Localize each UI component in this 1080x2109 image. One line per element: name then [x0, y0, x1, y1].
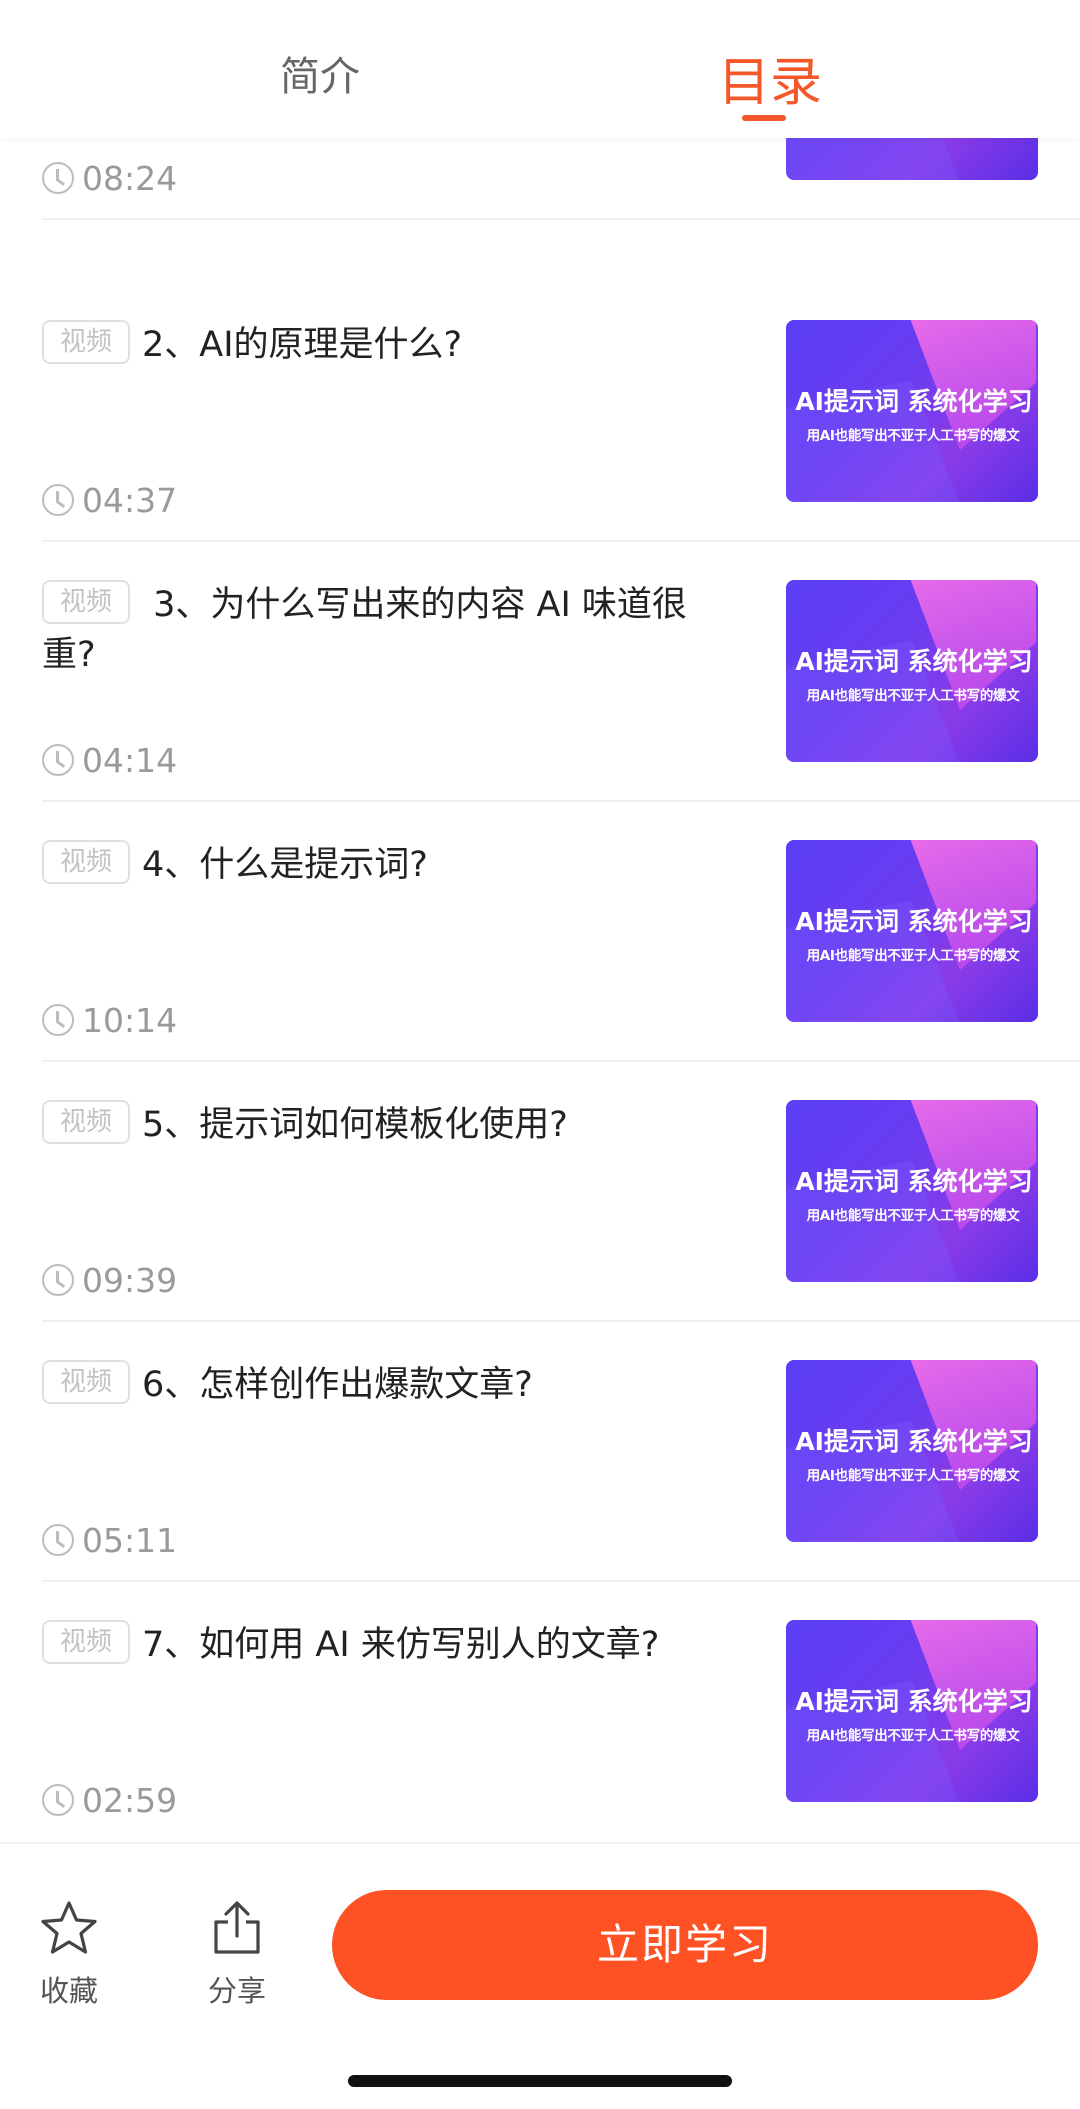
lesson-duration: 10:14 — [42, 1000, 177, 1040]
thumbnail-title: AI提示词 系统化学习 — [795, 1687, 1033, 1716]
thumbnail-title: AI提示词 系统化学习 — [795, 1427, 1033, 1456]
lesson-item-6[interactable]: 视频 6、怎样创作出爆款文章? 05:11 AI提示词 系统化学习 用AI也能写出… — [42, 1322, 1080, 1582]
lesson-thumbnail[interactable]: AI提示词 系统化学习 用AI也能写出不亚于人工书写的爆文 — [786, 1620, 1038, 1802]
lesson-item-5[interactable]: 视频 5、提示词如何模板化使用? 09:39 AI提示词 系统化学习 用AI也能写… — [42, 1062, 1080, 1322]
divider — [42, 218, 1080, 220]
bottom-action-bar: 收藏 分享 立即学习 — [0, 1842, 1080, 2109]
lesson-title: 视频 7、如何用 AI 来仿写别人的文章? — [42, 1620, 732, 1670]
star-icon — [41, 1901, 97, 1954]
active-tab-indicator — [742, 115, 786, 121]
video-badge: 视频 — [42, 1620, 130, 1664]
lesson-title: 视频 2、AI的原理是什么? — [42, 320, 732, 370]
video-badge: 视频 — [42, 1100, 130, 1144]
thumbnail-subtitle: 用AI也能写出不亚于人工书写的爆文 — [806, 948, 1020, 964]
lesson-item-4[interactable]: 视频 4、什么是提示词? 10:14 AI提示词 系统化学习 用AI也能写出不亚于… — [42, 802, 1080, 1062]
thumbnail-subtitle: 用AI也能写出不亚于人工书写的爆文 — [806, 428, 1020, 444]
lesson-thumbnail[interactable]: AI提示词 系统化学习 用AI也能写出不亚于人工书写的爆文 — [786, 840, 1038, 1022]
thumbnail-title: AI提示词 系统化学习 — [795, 387, 1033, 416]
tab-bar: 简介 目录 — [0, 0, 1080, 138]
thumbnail-subtitle: 用AI也能写出不亚于人工书写的爆文 — [806, 688, 1020, 704]
lesson-thumbnail[interactable]: AI提示词 系统化学习 用AI也能写出不亚于人工书写的爆文 — [786, 320, 1038, 502]
video-badge: 视频 — [42, 1360, 130, 1404]
share-button[interactable]: 分享 — [182, 1900, 292, 2010]
thumbnail-title: AI提示词 系统化学习 — [795, 1167, 1033, 1196]
clock-icon — [42, 1264, 74, 1296]
share-icon — [214, 1901, 260, 1954]
clock-icon — [42, 1004, 74, 1036]
lesson-title: 视频 3、为什么写出来的内容 AI 味道很重? — [42, 580, 732, 680]
lesson-thumbnail[interactable]: AI提示词 系统化学习 用AI也能写出不亚于人工书写的爆文 — [786, 1100, 1038, 1282]
favorite-label: 收藏 — [39, 1974, 98, 2008]
clock-icon — [42, 484, 74, 516]
lesson-item-2[interactable]: 视频 2、AI的原理是什么? 04:37 AI提示词 系统化学习 用AI也能写出不… — [42, 282, 1080, 542]
lesson-duration: 08:24 — [42, 158, 177, 198]
lesson-title: 视频 6、怎样创作出爆款文章? — [42, 1360, 732, 1410]
lesson-thumbnail[interactable]: AI提示词 系统化学习 用AI也能写出不亚于人工书写的爆文 — [786, 1360, 1038, 1542]
clock-icon — [42, 1784, 74, 1816]
lesson-thumbnail[interactable]: AI提示词 系统化学习 用AI也能写出不亚于人工书写的爆文 — [786, 580, 1038, 762]
clock-icon — [42, 162, 74, 194]
clock-icon — [42, 744, 74, 776]
lesson-duration: 09:39 — [42, 1260, 177, 1300]
thumbnail-subtitle: 用AI也能写出不亚于人工书写的爆文 — [806, 1208, 1020, 1224]
lesson-title: 视频 4、什么是提示词? — [42, 840, 732, 890]
thumbnail-title: AI提示词 系统化学习 — [795, 907, 1033, 936]
lesson-list[interactable]: 08:24 AI提示词 系统化学习 用AI也能写出不亚于人工书写的爆文 视频2、… — [0, 0, 1080, 1842]
lesson-duration: 05:11 — [42, 1520, 177, 1560]
thumbnail-title: AI提示词 系统化学习 — [795, 647, 1033, 676]
lesson-item-7[interactable]: 视频 7、如何用 AI 来仿写别人的文章? 02:59 AI提示词 系统化学习 用… — [42, 1582, 1080, 1842]
lesson-duration: 04:14 — [42, 740, 177, 780]
tab-catalog[interactable]: 目录 — [718, 40, 822, 115]
clock-icon — [42, 1524, 74, 1556]
thumbnail-subtitle: 用AI也能写出不亚于人工书写的爆文 — [806, 1468, 1020, 1484]
lesson-item-3[interactable]: 视频 3、为什么写出来的内容 AI 味道很重? 04:14 AI提示词 系统化学… — [42, 542, 1080, 802]
favorite-button[interactable]: 收藏 — [14, 1900, 124, 2010]
lesson-duration: 02:59 — [42, 1780, 177, 1820]
lesson-title: 视频 5、提示词如何模板化使用? — [42, 1100, 732, 1150]
tab-intro[interactable]: 简介 — [280, 44, 360, 102]
video-badge: 视频 — [42, 840, 130, 884]
video-badge: 视频 — [42, 580, 130, 624]
thumbnail-subtitle: 用AI也能写出不亚于人工书写的爆文 — [806, 1728, 1020, 1744]
start-learning-button[interactable]: 立即学习 — [332, 1890, 1038, 2000]
share-label: 分享 — [207, 1974, 266, 2008]
home-indicator — [348, 2075, 732, 2087]
video-badge: 视频 — [42, 320, 130, 364]
lesson-duration: 04:37 — [42, 480, 177, 520]
